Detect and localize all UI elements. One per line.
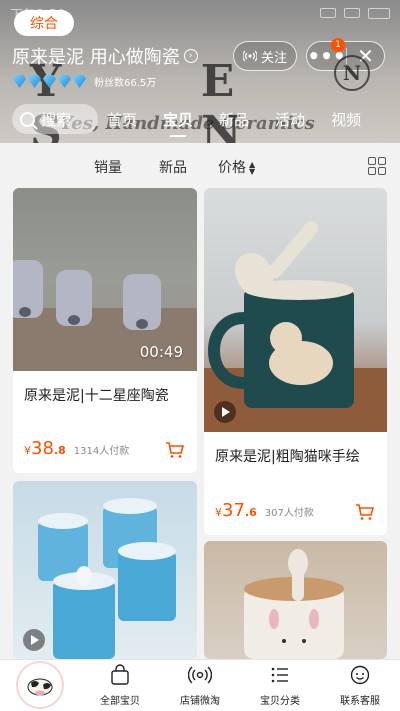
- shop-tabs: 首页 宝贝 新品 活动 视频: [107, 109, 361, 137]
- diamond-icon: [13, 75, 26, 88]
- sort-price-label: 价格: [218, 160, 246, 176]
- nav-categories[interactable]: 宝贝分类: [240, 664, 320, 707]
- diamond-icon: [43, 75, 56, 88]
- product-card[interactable]: [13, 481, 197, 659]
- shop-logo: N: [334, 55, 370, 91]
- product-card[interactable]: [204, 541, 387, 659]
- sort-sales[interactable]: 销量: [94, 157, 122, 177]
- bottom-nav: 全部宝贝 店铺微淘 宝贝分类 联系客服: [0, 659, 400, 711]
- chevron-right-icon: ›: [183, 49, 198, 63]
- sort-comprehensive[interactable]: 综合: [14, 10, 74, 36]
- grid-view-icon[interactable]: [368, 157, 386, 175]
- notification-badge: 1: [331, 38, 345, 52]
- broadcast-icon: [242, 50, 257, 62]
- fans-count: 粉丝数66.5万: [94, 78, 157, 89]
- tab-products[interactable]: 宝贝: [163, 109, 193, 137]
- tab-video[interactable]: 视频: [331, 109, 361, 130]
- product-image: 00:49: [13, 188, 197, 371]
- battery-icon: [368, 7, 390, 19]
- search-button[interactable]: 搜索: [12, 104, 98, 134]
- product-price: ¥ 37 .6 307人付款: [215, 500, 314, 521]
- shop-name[interactable]: 原来是泥 用心做陶瓷 ›: [12, 43, 198, 69]
- product-photo: [244, 549, 344, 659]
- customer-service-icon: [350, 665, 370, 685]
- product-title: 原来是泥|粗陶猫咪手绘: [215, 449, 360, 465]
- tab-activity[interactable]: 活动: [275, 109, 305, 130]
- diamond-icon: [58, 75, 71, 88]
- search-icon: [20, 111, 35, 127]
- nav-shop-feed[interactable]: 店铺微淘: [160, 664, 240, 707]
- tab-new[interactable]: 新品: [219, 109, 249, 130]
- signal-icon: [320, 8, 336, 18]
- product-price: ¥ 38 .8 1314人付款: [24, 438, 130, 459]
- cart-icon[interactable]: [355, 503, 375, 521]
- sold-count: 307人付款: [264, 508, 314, 519]
- product-image: [204, 541, 387, 659]
- diamond-icon: [73, 75, 86, 88]
- shop-rating: 粉丝数66.5万: [13, 74, 156, 89]
- cart-icon[interactable]: [165, 441, 185, 459]
- search-label: 搜索: [41, 110, 72, 129]
- shopping-bag-icon: [111, 664, 129, 685]
- sold-count: 1314人付款: [73, 446, 130, 457]
- list-icon: [271, 667, 288, 683]
- broadcast-icon: [187, 666, 213, 684]
- product-photo: [204, 221, 387, 432]
- product-image: [13, 481, 197, 659]
- sort-new[interactable]: 新品: [159, 157, 187, 177]
- cow-logo-icon: [27, 678, 53, 696]
- sort-price[interactable]: 价格 ▲ ▼: [218, 157, 255, 177]
- shop-avatar[interactable]: [18, 663, 62, 707]
- product-title: 原来是泥|十二星座陶瓷: [24, 388, 169, 404]
- diamond-icon: [28, 75, 41, 88]
- video-duration: 00:49: [139, 343, 183, 361]
- play-icon: [214, 401, 236, 423]
- nav-customer-service[interactable]: 联系客服: [320, 664, 400, 707]
- nav-all-products[interactable]: 全部宝贝: [80, 664, 160, 707]
- play-icon: [23, 629, 45, 651]
- wifi-icon: [344, 8, 360, 18]
- follow-label: 关注: [260, 50, 287, 66]
- follow-button[interactable]: 关注: [233, 41, 297, 71]
- sort-bar: [0, 143, 400, 188]
- product-card[interactable]: 00:49 原来是泥|十二星座陶瓷 ¥ 38 .8 1314人付款: [13, 188, 197, 473]
- tab-home[interactable]: 首页: [107, 109, 137, 130]
- shop-name-text: 原来是泥 用心做陶瓷: [12, 47, 180, 68]
- sort-updown-icon: ▲ ▼: [249, 160, 256, 176]
- product-card[interactable]: 原来是泥|粗陶猫咪手绘 ¥ 37 .6 307人付款: [204, 188, 387, 535]
- product-image: [204, 188, 387, 432]
